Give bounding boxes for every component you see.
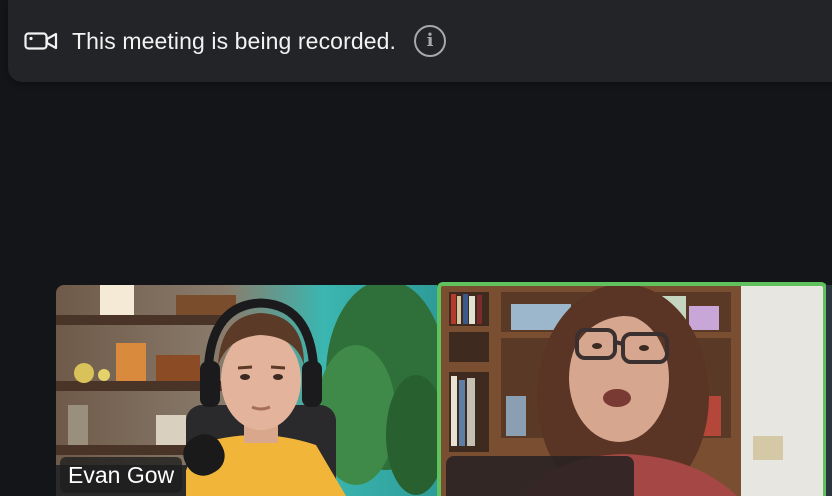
recording-message: This meeting is being recorded. — [72, 27, 396, 54]
info-icon: i — [426, 30, 434, 51]
participant-name-label: Evan Gow — [60, 457, 183, 493]
video-camera-icon — [24, 32, 58, 50]
participant-video-tile-partial[interactable] — [826, 285, 832, 496]
recording-banner: This meeting is being recorded. i — [8, 0, 832, 82]
meeting-window: This meeting is being recorded. i Evan G… — [0, 0, 832, 496]
info-button[interactable]: i — [414, 25, 446, 57]
participant-name-label — [446, 456, 634, 496]
